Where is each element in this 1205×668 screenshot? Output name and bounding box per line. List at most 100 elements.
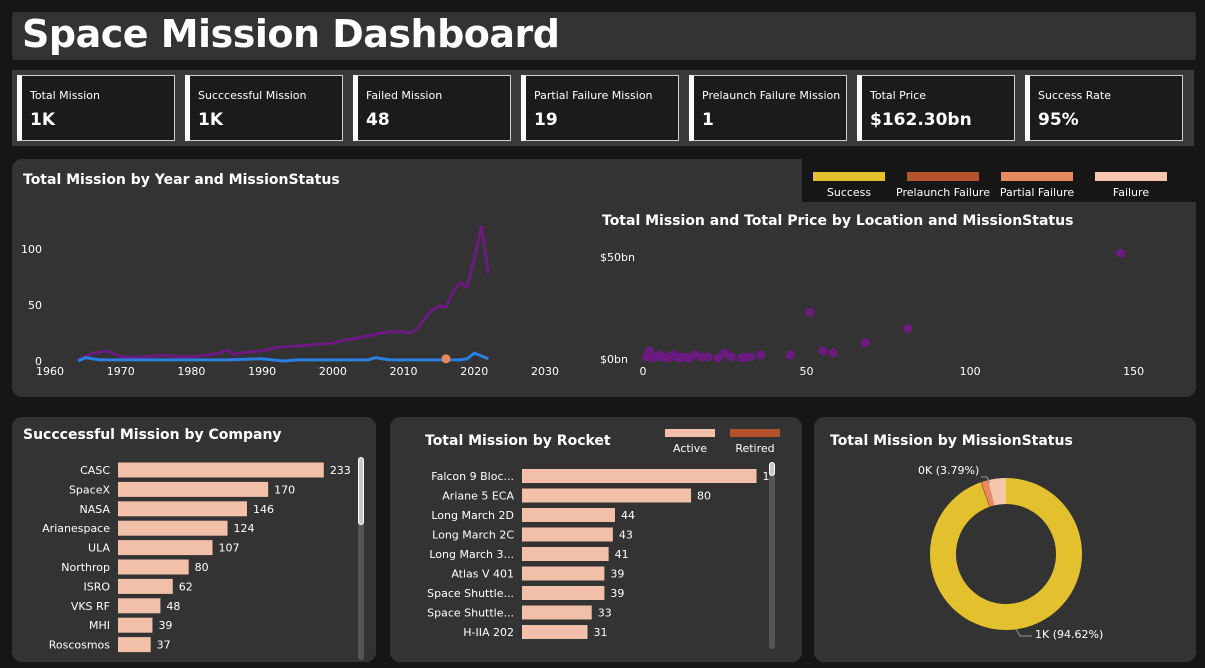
kpi-value: 1K: [198, 110, 224, 130]
x-tick-label: 2010: [390, 365, 418, 378]
legend-swatch: [907, 172, 979, 181]
category-label: Space Shuttle...: [427, 587, 514, 600]
scatter-point: [903, 323, 913, 333]
legend-swatch: [1001, 172, 1073, 181]
category-label: Roscosmos: [49, 639, 111, 652]
legend-item-prelaunch-failure[interactable]: Prelaunch Failure: [896, 159, 990, 199]
bar: [522, 625, 588, 639]
x-tick-label: 2030: [531, 365, 559, 378]
scatter-point: [726, 352, 736, 362]
bar: [118, 598, 161, 614]
kpi-card-total-mission[interactable]: Total Mission 1K: [17, 75, 175, 141]
scatter-point: [818, 346, 828, 356]
category-label: Falcon 9 Bloc...: [431, 470, 514, 483]
category-label: ULA: [88, 542, 110, 555]
kpi-card-partial-failure[interactable]: Partial Failure Mission 19: [521, 75, 679, 141]
bar-value-label: 48: [166, 600, 180, 613]
scrollbar-thumb[interactable]: [769, 462, 775, 476]
line-chart[interactable]: 1960 1970 1980 1990 2000 2010 2020 2030050100: [12, 159, 592, 397]
kpi-card-failed-mission[interactable]: Failed Mission 48: [353, 75, 511, 141]
legend-item-success[interactable]: Success: [802, 159, 896, 199]
bar: [118, 637, 151, 653]
bar-value-label: 233: [330, 464, 351, 477]
rocket-bar-chart[interactable]: Falcon 9 Bloc...111Ariane 5 ECA80Long Ma…: [390, 417, 770, 662]
category-label: Ariane 5 ECA: [442, 490, 514, 503]
bar-value-label: 43: [619, 529, 633, 542]
bar-value-label: 62: [179, 580, 193, 593]
company-scrollbar[interactable]: [358, 457, 364, 660]
legend-item-partial-failure[interactable]: Partial Failure: [990, 159, 1084, 199]
kpi-label: Prelaunch Failure Mission: [702, 89, 841, 102]
y-tick-label: 50: [28, 299, 42, 312]
x-tick-label: 2020: [460, 365, 488, 378]
kpi-value: 1K: [30, 110, 56, 130]
bar: [522, 488, 692, 503]
kpi-label: Partial Failure Mission: [534, 89, 653, 102]
series-line: [77, 225, 490, 362]
kpi-value: 1: [702, 110, 714, 130]
bar-value-label: 31: [594, 626, 608, 639]
bar-value-label: 41: [615, 548, 629, 561]
bar-value-label: 170: [274, 483, 295, 496]
x-tick-label: 1990: [248, 365, 276, 378]
kpi-label: Failed Mission: [366, 89, 443, 102]
category-label: Long March 3...: [429, 548, 514, 561]
kpi-card-prelaunch-failure[interactable]: Prelaunch Failure Mission 1: [689, 75, 847, 141]
y-tick-label: 0: [35, 355, 42, 368]
category-label: H-IIA 202: [463, 626, 514, 639]
legend-label: Failure: [1112, 186, 1150, 199]
scatter-point: [1116, 248, 1126, 258]
bar: [118, 520, 228, 536]
kpi-label: Success Rate: [1038, 89, 1111, 102]
rocket-scrollbar[interactable]: [769, 462, 775, 649]
bar: [118, 617, 153, 633]
bar-value-label: 80: [195, 561, 209, 574]
kpi-value: 19: [534, 110, 558, 130]
kpi-value: $162.30bn: [870, 110, 972, 130]
bar-value-label: 107: [219, 542, 240, 555]
scatter-point: [805, 307, 815, 317]
bar: [118, 578, 173, 594]
bar-value-label: 39: [610, 568, 624, 581]
bar: [118, 501, 247, 517]
status-panel: Total Mission by MissionStatus 0K (3.79%…: [814, 417, 1196, 662]
kpi-card-total-price[interactable]: Total Price $162.30bn: [857, 75, 1015, 141]
category-label: VKS RF: [71, 600, 110, 613]
legend-item-failure[interactable]: Failure: [1084, 159, 1178, 199]
leader-line: [1015, 628, 1032, 637]
series-point: [441, 354, 451, 364]
kpi-label: Total Price: [870, 89, 927, 102]
scatter-point: [860, 338, 870, 348]
bar: [118, 462, 324, 478]
category-label: Long March 2C: [432, 529, 514, 542]
x-tick-label: 100: [960, 365, 981, 378]
bar-value-label: 44: [621, 509, 635, 522]
x-tick-label: 1970: [107, 365, 135, 378]
category-label: Arianespace: [42, 522, 110, 535]
legend-label: Success: [826, 186, 872, 199]
status-donut-chart[interactable]: 0K (3.79%) 1K (94.62%): [814, 417, 1196, 662]
company-bar-chart[interactable]: CASC 233 SpaceX 170 NASA 146 Arianespace 124 ULA…: [12, 417, 362, 662]
rocket-panel: Total Mission by Rocket Active Retired F…: [390, 417, 802, 662]
donut-annotation: 0K (3.79%): [918, 464, 979, 477]
bar: [522, 469, 757, 483]
category-label: SpaceX: [69, 483, 111, 496]
kpi-card-successful-mission[interactable]: Succcessful Mission 1K: [185, 75, 343, 141]
company-panel: Succcessful Mission by Company CASC 233 Sp…: [12, 417, 376, 662]
scatter-point: [828, 348, 838, 358]
kpi-card-success-rate[interactable]: Success Rate 95%: [1025, 75, 1183, 141]
category-label: CASC: [80, 464, 110, 477]
y-tick-label: 100: [21, 243, 42, 256]
category-label: NASA: [80, 503, 111, 516]
scrollbar-thumb[interactable]: [358, 457, 364, 525]
x-tick-label: 50: [800, 365, 814, 378]
bar: [522, 527, 613, 542]
y-tick-label: $50bn: [600, 251, 635, 264]
scatter-point: [756, 350, 766, 360]
scatter-point: [746, 352, 756, 362]
bar: [118, 481, 269, 497]
category-label: Northrop: [61, 561, 110, 574]
bar: [118, 540, 213, 556]
bar: [522, 566, 605, 581]
bar-value-label: 124: [234, 522, 255, 535]
